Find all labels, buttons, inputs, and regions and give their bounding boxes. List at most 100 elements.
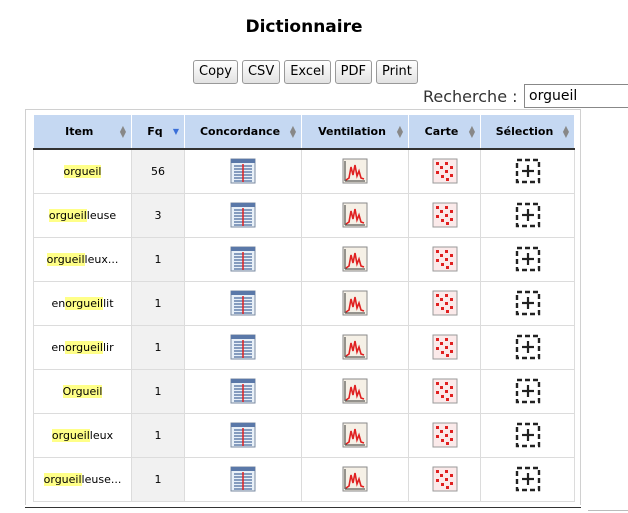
carte-cell: [408, 413, 481, 458]
carte-icon[interactable]: [432, 466, 458, 492]
selection-cell: [480, 237, 575, 282]
column-header-item[interactable]: Item ▲ ▼: [33, 115, 132, 150]
concordance-icon[interactable]: [230, 290, 256, 316]
dictionary-table: Item ▲ ▼ Fq ▼ Concordance ▲ ▼ Ventilation ▲ ▼ C…: [33, 115, 575, 502]
carte-icon[interactable]: [432, 158, 458, 184]
pdf-button[interactable]: PDF: [334, 60, 372, 84]
table-header-row: Item ▲ ▼ Fq ▼ Concordance ▲ ▼ Ventilation ▲ ▼ C…: [33, 115, 575, 150]
carte-icon[interactable]: [432, 378, 458, 404]
print-button[interactable]: Print: [375, 60, 418, 84]
ventilation-cell: [301, 325, 409, 370]
ventilation-icon[interactable]: [342, 202, 368, 228]
selection-icon[interactable]: [515, 246, 541, 272]
sort-icon: ▲ ▼: [562, 124, 569, 139]
carte-icon[interactable]: [432, 290, 458, 316]
concordance-cell: [184, 193, 302, 238]
fq-cell: 1: [131, 369, 185, 414]
item-cell: enorgueillit: [33, 281, 132, 326]
carte-cell: [408, 325, 481, 370]
ventilation-cell: [301, 149, 409, 194]
carte-cell: [408, 193, 481, 238]
sort-icon: ▲ ▼: [289, 124, 296, 139]
column-header-fq[interactable]: Fq ▼: [131, 115, 185, 150]
ventilation-icon[interactable]: [342, 246, 368, 272]
carte-cell: [408, 149, 481, 194]
selection-icon[interactable]: [515, 378, 541, 404]
item-suffix: lir: [103, 340, 114, 354]
item-highlight: orgueil: [46, 252, 85, 266]
concordance-icon[interactable]: [230, 334, 256, 360]
fq-cell: 1: [131, 413, 185, 458]
selection-cell: [480, 193, 575, 238]
concordance-icon[interactable]: [230, 466, 256, 492]
item-highlight: orgueil: [51, 428, 90, 442]
item-highlight: orgueil: [43, 472, 82, 486]
selection-icon[interactable]: [515, 202, 541, 228]
item-cell: Orgueil: [33, 369, 132, 414]
concordance-cell: [184, 281, 302, 326]
item-highlight: orgueil: [65, 296, 104, 310]
item-cell: orgueil: [33, 149, 132, 194]
copy-button[interactable]: Copy: [193, 60, 238, 84]
item-suffix: lit: [103, 296, 114, 310]
table-row: orgueilleuse 3: [33, 193, 575, 238]
search-input[interactable]: [524, 84, 628, 108]
search-label: Recherche :: [423, 87, 518, 106]
ventilation-icon[interactable]: [342, 422, 368, 448]
concordance-icon[interactable]: [230, 422, 256, 448]
item-highlight: orgueil: [65, 340, 103, 354]
selection-cell: [480, 457, 575, 502]
page-title: Dictionnaire: [245, 17, 363, 37]
item-cell: enorgueillir: [33, 325, 132, 370]
carte-icon[interactable]: [432, 334, 458, 360]
concordance-cell: [184, 413, 302, 458]
ventilation-icon[interactable]: [342, 158, 368, 184]
selection-icon[interactable]: [515, 466, 541, 492]
ventilation-cell: [301, 193, 409, 238]
fq-cell: 1: [131, 237, 185, 282]
column-header-concordance[interactable]: Concordance ▲ ▼: [184, 115, 302, 150]
selection-icon[interactable]: [515, 158, 541, 184]
table-bottom-border: [25, 507, 581, 508]
table-row: enorgueillir 1: [33, 325, 575, 370]
selection-icon[interactable]: [515, 422, 541, 448]
carte-cell: [408, 237, 481, 282]
sort-descending-icon: ▼: [172, 127, 179, 136]
csv-button[interactable]: CSV: [241, 60, 281, 84]
column-header-selection[interactable]: Sélection ▲ ▼: [480, 115, 575, 150]
ventilation-cell: [301, 281, 409, 326]
excel-button[interactable]: Excel: [284, 60, 331, 84]
export-toolbar: Copy CSV Excel PDF Print: [193, 60, 418, 84]
selection-icon[interactable]: [515, 290, 541, 316]
fq-cell: 1: [131, 325, 185, 370]
item-highlight: orgueil: [63, 164, 102, 178]
ventilation-icon[interactable]: [342, 378, 368, 404]
ventilation-icon[interactable]: [342, 334, 368, 360]
carte-cell: [408, 457, 481, 502]
selection-cell: [480, 149, 575, 194]
fq-cell: 1: [131, 457, 185, 502]
column-header-label: Concordance: [199, 125, 281, 138]
carte-icon[interactable]: [432, 202, 458, 228]
table-row: orgueil 56: [33, 149, 575, 194]
carte-icon[interactable]: [432, 246, 458, 272]
concordance-icon[interactable]: [230, 202, 256, 228]
ventilation-icon[interactable]: [342, 466, 368, 492]
column-header-carte[interactable]: Carte ▲ ▼: [408, 115, 481, 150]
column-header-label: Carte: [424, 125, 459, 138]
ventilation-icon[interactable]: [342, 290, 368, 316]
carte-icon[interactable]: [432, 422, 458, 448]
column-header-label: Ventilation: [318, 125, 386, 138]
column-header-label: Item: [65, 125, 94, 138]
concordance-icon[interactable]: [230, 158, 256, 184]
selection-cell: [480, 281, 575, 326]
sort-icon: ▲ ▼: [468, 124, 475, 139]
selection-icon[interactable]: [515, 334, 541, 360]
item-cell: orgueilleux: [33, 413, 132, 458]
concordance-icon[interactable]: [230, 246, 256, 272]
divider: [588, 510, 628, 511]
column-header-ventilation[interactable]: Ventilation ▲ ▼: [301, 115, 409, 150]
concordance-icon[interactable]: [230, 378, 256, 404]
carte-cell: [408, 281, 481, 326]
item-suffix: leux: [89, 428, 114, 442]
